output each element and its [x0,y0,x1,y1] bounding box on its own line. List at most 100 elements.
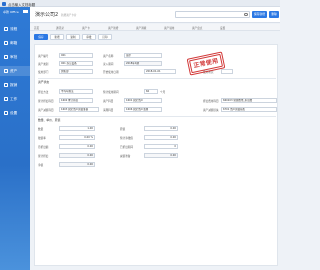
accum-depreciation-account-label: 累计折旧科目 [38,100,54,103]
depreciation-method-label: 折旧方法 [38,91,49,94]
salvage-rate-field[interactable]: 0.00 % [59,135,95,140]
quantity-label: 数量 [38,128,44,131]
impairment-reserve-field: 0.00 [144,153,178,158]
toolbar: 保存 新增 复制 审批 打印 [30,32,280,42]
entry-period-field: 2018年1期 [124,61,162,66]
disposal-account-label: 清理科目 [103,109,114,112]
asset-category-label: 资产类别 [38,63,49,66]
sidebar-item-reimburse[interactable]: 报销 [0,80,30,90]
useful-life-unit: 个月 [160,91,166,94]
salvage-rate-label: 残值率 [38,137,46,140]
approval-icon [4,55,8,59]
net-value-label: 净值 [38,164,44,167]
work-icon [4,97,8,101]
gear-icon [4,111,8,115]
asset-account-field[interactable]: 1601 固定资产 [124,98,162,103]
page-subtitle: 新增资产卡片 [61,14,77,17]
monthly-depreciation-field[interactable]: 0.00 [59,144,95,149]
salvage-value-field[interactable]: 0.00 [144,135,178,140]
use-department-field[interactable]: 销售部 [59,69,93,74]
asset-code-label: 资产编号 [38,55,49,58]
menu-toggle-icon[interactable] [23,10,28,13]
depreciation-expense-account-label: 折旧费用科目 [203,100,219,103]
useful-life-field[interactable]: 60 [144,89,158,94]
section-divider [38,78,276,79]
tab-asset-add[interactable]: 资产新增 [108,26,118,30]
salvage-value-label: 预计净残值 [120,137,133,140]
impairment-account-label: 资产减值科目 [38,109,54,112]
impairment-loss-label: 资产减值损失 [203,109,219,112]
toolbar-print-button[interactable]: 打印 [98,34,112,40]
sidebar-item-work[interactable]: 工作 [0,94,30,104]
tab-asset-count[interactable]: 资产盘点 [192,26,202,30]
sidebar-item-label: 工作 [10,96,18,101]
search-icon[interactable] [244,13,248,17]
sidebar-item-label: 设置 [10,110,18,115]
tab-asset-card[interactable]: 资产卡 [82,26,90,30]
sidebar-item-label: 资产 [10,68,18,73]
asset-form-panel: 资产编号 001 资产名称 演示 资产类别 001 办公设备 录入期间 2018… [34,44,278,266]
tab-contacts[interactable]: 通讯录 [56,26,64,30]
start-date-label: 开始使用日期 [103,71,119,74]
nav-tabs: 首页 通讯录 资产卡 资产新增 资产调拨 资产领用 资产盘点 设置 [30,24,280,31]
section-title-quantity: 数量、单价、原值 [38,118,61,122]
sidebar-item-assets[interactable]: 资产 [0,66,30,76]
impairment-reserve-label: 减值准备 [120,155,131,158]
asset-account-label: 资产科目 [103,100,114,103]
tab-asset-use[interactable]: 资产领用 [164,26,174,30]
assets-icon [4,69,8,73]
window-titlebar: 点击输入文档标题 [0,0,280,7]
accum-depreciation-field: 0.00 [59,153,95,158]
sidebar-item-settings[interactable]: 设置 [0,108,30,118]
accum-depreciation-label: 累计折旧 [38,155,49,158]
save-new-button[interactable]: 保存新增 [252,11,267,18]
monthly-depreciation-label: 月折旧额 [38,146,49,149]
accum-depreciation-account-field[interactable]: 1602 累计折旧 [59,98,93,103]
sidebar-item-approval[interactable]: 审批 [0,52,30,62]
use-department-label: 使用部门 [38,71,49,74]
impairment-account-field[interactable]: 1603 固定资产减值准备 [59,107,99,112]
sidebar-item-label: 报销 [10,82,18,87]
use-status-field[interactable] [221,69,233,74]
search-box[interactable] [175,11,250,18]
toolbar-copy-button[interactable]: 复制 [66,34,80,40]
sidebar-item-mail[interactable]: 邮箱 [0,38,30,48]
search-input[interactable] [176,12,242,18]
reimburse-icon [4,83,8,87]
toolbar-new-button[interactable]: 新增 [50,34,64,40]
depreciation-method-field[interactable]: 平均年限法 [59,89,93,94]
asset-name-label: 资产名称 [103,55,114,58]
sidebar: 卓锋 Office 流程 邮箱 审批 资产 报销 工作 设置 [0,7,30,270]
window-title: 点击输入文档标题 [8,2,36,7]
start-date-field[interactable]: 2018-01-01 [144,69,176,74]
quantity-field[interactable]: 1.00 [59,126,95,131]
depreciation-expense-account-field[interactable]: 660203 管理费用_折旧费 [221,98,277,103]
disposal-account-field[interactable]: 1606 固定资产清理 [124,107,162,112]
sidebar-brand: 卓锋 Office [3,10,19,14]
delete-button[interactable]: 删除 [269,11,279,18]
asset-name-field[interactable]: 演示 [124,53,162,58]
sidebar-item-label: 审批 [10,54,18,59]
impairment-loss-field[interactable]: 6701 资产减值损失 [221,107,277,112]
depreciated-periods-label: 已折旧期间 [120,146,133,149]
section-title-status: 资产状态 [38,80,50,84]
tab-settings[interactable]: 设置 [220,26,225,30]
sidebar-item-workflow[interactable]: 流程 [0,24,30,34]
original-value-field[interactable]: 0.00 [144,126,178,131]
tab-home[interactable]: 首页 [34,26,39,30]
net-value-field: 0.00 [59,162,95,167]
original-value-label: 原值 [120,128,126,131]
sidebar-item-label: 邮箱 [10,40,18,45]
asset-code-field[interactable]: 001 [59,53,93,58]
toolbar-approve-button[interactable]: 审批 [82,34,96,40]
asset-category-field[interactable]: 001 办公设备 [59,61,93,66]
sidebar-item-label: 流程 [10,26,18,31]
page-title: 演示公司2 [35,12,59,18]
section-divider [38,116,276,117]
mail-icon [4,41,8,45]
workflow-icon [4,27,8,31]
tab-asset-transfer[interactable]: 资产调拨 [136,26,146,30]
app-logo-icon [2,1,6,6]
depreciated-periods-field[interactable]: 0 [144,144,178,149]
toolbar-save-button[interactable]: 保存 [34,34,48,40]
